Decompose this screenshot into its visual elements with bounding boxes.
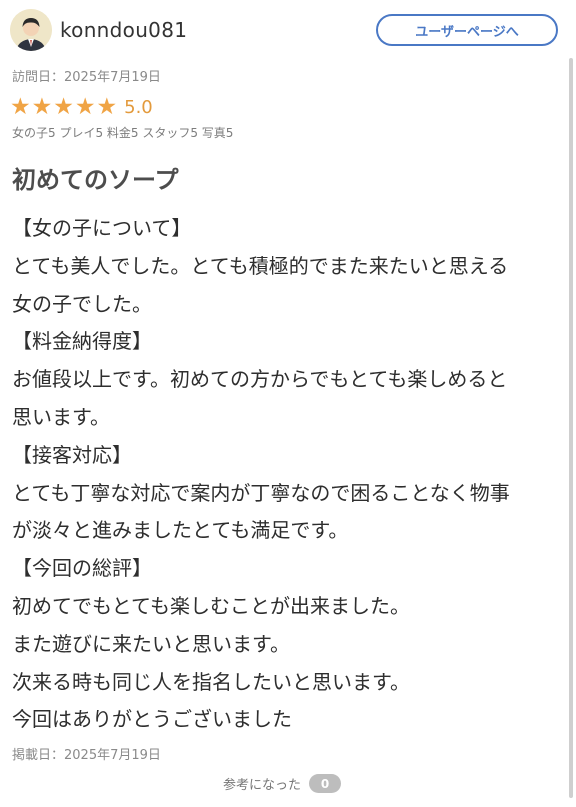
rating-row: ★ ★ ★ ★ ★ 5.0: [10, 95, 153, 119]
review-line: 【接客対応】: [12, 442, 132, 467]
sub-ratings: 女の子5 プレイ5 料金5 スタッフ5 写真5: [12, 126, 234, 140]
review-line: 初めてでもとても楽しむことが出来ました。: [12, 593, 410, 618]
review-line: 次来る時も同じ人を指名したいと思います。: [12, 669, 410, 694]
star-icon: ★: [74, 94, 96, 120]
helpful-button[interactable]: 参考になった 0: [223, 774, 342, 793]
scrollbar[interactable]: [569, 58, 573, 798]
star-icon: ★: [96, 94, 118, 120]
review-line: 女の子でした。: [12, 291, 152, 316]
review-body: 【女の子について】とても美人でした。とても積極的でまた来たいと思える 女の子でした…: [12, 210, 557, 739]
user-page-button[interactable]: ユーザーページへ: [376, 14, 558, 46]
helpful-label: 参考になった: [223, 778, 302, 793]
review-line: 今回はありがとうございました: [12, 707, 292, 732]
star-icon: ★: [10, 94, 31, 120]
review-line: 【今回の総評】: [12, 556, 152, 581]
review-header: konndou081 ユーザーページへ: [10, 8, 560, 52]
review-line: が淡々と進みましたとても満足です。: [12, 518, 349, 543]
visit-date: 訪問日：2025年7月19日: [12, 70, 161, 85]
review-title: 初めてのソープ: [12, 166, 179, 194]
username[interactable]: konndou081: [60, 18, 187, 42]
user-avatar-icon: [10, 9, 52, 51]
review-line: 【料金納得度】: [12, 329, 152, 354]
review-line: とても美人でした。とても積極的でまた来たいと思える: [12, 253, 509, 278]
star-rating: ★ ★ ★ ★ ★: [10, 95, 118, 119]
star-icon: ★: [53, 94, 74, 120]
review-line: とても丁寧な対応で案内が丁寧なので困ることなく物事: [12, 480, 510, 505]
posted-date: 掲載日：2025年7月19日: [12, 748, 161, 763]
review-line: 思います。: [12, 404, 110, 429]
star-icon: ★: [31, 94, 53, 120]
review-card: konndou081 ユーザーページへ 訪問日：2025年7月19日 ★ ★ ★ ★ ★…: [0, 0, 576, 807]
avatar[interactable]: [10, 9, 52, 51]
review-line: また遊びに来たいと思います。: [12, 631, 290, 656]
helpful-count-badge: 0: [309, 774, 342, 793]
rating-score: 5.0: [124, 96, 153, 118]
review-line: 【女の子について】: [12, 216, 192, 240]
review-line: お値段以上です。初めての方からでもとても楽しめると: [12, 367, 508, 392]
